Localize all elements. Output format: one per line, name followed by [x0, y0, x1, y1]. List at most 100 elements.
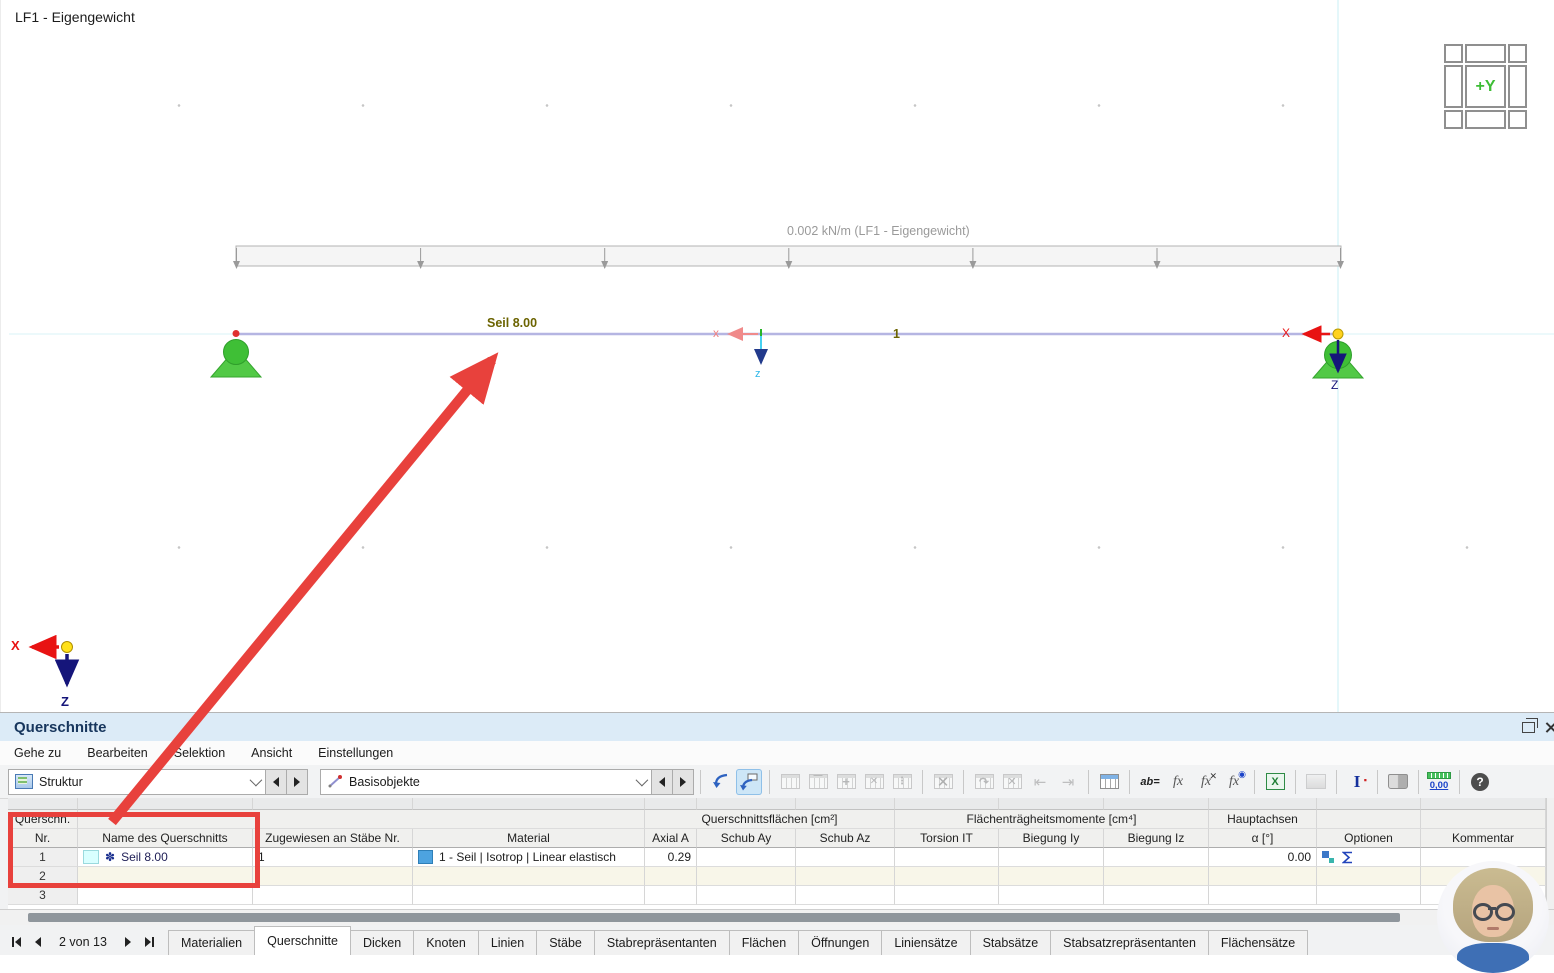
tab-dicken[interactable]: Dicken	[350, 930, 414, 955]
empty-cell[interactable]	[999, 886, 1104, 905]
table-fill-icon[interactable]: ⋮	[889, 769, 915, 795]
tab-oeffnungen[interactable]: Öffnungen	[798, 930, 882, 955]
print-icon[interactable]	[1303, 769, 1329, 795]
row-number-cell[interactable]: 3	[8, 886, 78, 905]
empty-cell[interactable]	[697, 867, 796, 886]
tab-staebe[interactable]: Stäbe	[536, 930, 595, 955]
menu-ansicht[interactable]: Ansicht	[251, 746, 292, 760]
insert-row-icon[interactable]: ⇤	[1027, 769, 1053, 795]
menu-einstellungen[interactable]: Einstellungen	[318, 746, 393, 760]
empty-cell[interactable]	[413, 867, 645, 886]
navigation-cube[interactable]: +Y	[1444, 44, 1527, 129]
delete-row-icon[interactable]: ✕	[999, 769, 1025, 795]
table-clear-cells-icon[interactable]: ✕	[861, 769, 887, 795]
empty-cell[interactable]	[78, 886, 253, 905]
function-icon[interactable]: fx	[1165, 769, 1191, 795]
empty-cell[interactable]	[1209, 886, 1317, 905]
navcube-edge[interactable]	[1444, 65, 1463, 108]
empty-cell[interactable]	[796, 867, 895, 886]
empty-cell[interactable]	[999, 867, 1104, 886]
empty-cell[interactable]	[1104, 886, 1209, 905]
tab-stabsatzrepraesentanten[interactable]: Stabsatzrepräsentanten	[1050, 930, 1209, 955]
tab-linien[interactable]: Linien	[478, 930, 537, 955]
distributed-load[interactable]	[236, 246, 1341, 268]
table-horizontal-scrollbar[interactable]	[0, 909, 1554, 926]
select-in-graphic-icon[interactable]	[736, 769, 762, 795]
category-next-button[interactable]	[673, 769, 694, 795]
navcube-edge[interactable]	[1508, 65, 1527, 108]
function-view-icon[interactable]: fx◉	[1221, 769, 1247, 795]
excel-export-icon[interactable]: X	[1262, 769, 1288, 795]
tab-stabrepraesentanten[interactable]: Stabrepräsentanten	[594, 930, 730, 955]
append-row-icon[interactable]: ⇥	[1055, 769, 1081, 795]
empty-cell[interactable]	[253, 886, 413, 905]
axial-a-cell[interactable]: 0.29	[645, 848, 697, 867]
menu-selektion[interactable]: Selektion	[174, 746, 225, 760]
navigator-combobox[interactable]: Struktur	[8, 769, 266, 795]
decimal-places-icon[interactable]: 0,00	[1426, 769, 1452, 795]
text-cursor-icon[interactable]: I▪	[1344, 769, 1370, 795]
user-avatar[interactable]	[1437, 861, 1549, 973]
table-view-icon[interactable]	[777, 769, 803, 795]
empty-cell[interactable]	[1209, 867, 1317, 886]
scrollbar-thumb[interactable]	[28, 913, 1400, 922]
tab-querschnitte[interactable]: Querschnitte	[254, 926, 351, 955]
tab-stabsaetze[interactable]: Stabsätze	[970, 930, 1052, 955]
next-table-button[interactable]	[125, 937, 131, 947]
show-in-graphic-icon[interactable]	[708, 769, 734, 795]
empty-cell[interactable]	[895, 886, 999, 905]
library-icon[interactable]	[1385, 769, 1411, 795]
table-add-icon[interactable]: +	[833, 769, 859, 795]
previous-table-button[interactable]	[35, 937, 41, 947]
navcube-corner[interactable]	[1508, 110, 1527, 129]
support-left[interactable]	[211, 330, 261, 377]
table-vertical-scrollbar[interactable]	[1546, 798, 1554, 909]
navcube-face-y[interactable]: +Y	[1465, 65, 1506, 108]
tab-materialien[interactable]: Materialien	[168, 930, 255, 955]
empty-cell[interactable]	[697, 886, 796, 905]
empty-cell[interactable]	[253, 867, 413, 886]
biegung-iy-cell[interactable]	[999, 848, 1104, 867]
schub-ay-cell[interactable]	[697, 848, 796, 867]
category-combobox[interactable]: Basisobjekte	[320, 769, 652, 795]
navigator-prev-button[interactable]	[266, 769, 287, 795]
empty-cell[interactable]	[645, 867, 697, 886]
navcube-corner[interactable]	[1444, 44, 1463, 63]
table-header-icon[interactable]	[1096, 769, 1122, 795]
navcube-edge[interactable]	[1465, 44, 1506, 63]
table-row-icon[interactable]: —	[805, 769, 831, 795]
help-icon[interactable]: ?	[1467, 769, 1493, 795]
empty-cell[interactable]	[1317, 886, 1421, 905]
empty-cell[interactable]	[645, 886, 697, 905]
tab-flaechensaetze[interactable]: Flächensätze	[1208, 930, 1308, 955]
navigator-next-button[interactable]	[287, 769, 308, 795]
rename-icon[interactable]: ab=	[1137, 769, 1163, 795]
menu-gehe-zu[interactable]: Gehe zu	[14, 746, 61, 760]
torsion-cell[interactable]	[895, 848, 999, 867]
material-cell[interactable]: 1 - Seil | Isotrop | Linear elastisch	[413, 848, 645, 867]
tab-flaechen[interactable]: Flächen	[729, 930, 799, 955]
tab-knoten[interactable]: Knoten	[413, 930, 479, 955]
empty-cell[interactable]	[895, 867, 999, 886]
first-table-button[interactable]	[12, 937, 21, 947]
tab-liniensaetze[interactable]: Liniensätze	[881, 930, 970, 955]
navcube-corner[interactable]	[1508, 44, 1527, 63]
alpha-cell[interactable]: 0.00	[1209, 848, 1317, 867]
assigned-cell[interactable]: 1	[253, 848, 413, 867]
graphics-viewport[interactable]: LF1 - Eigengewicht	[0, 0, 1554, 712]
last-table-button[interactable]	[145, 937, 154, 947]
navcube-edge[interactable]	[1465, 110, 1506, 129]
delete-table-icon[interactable]: ✕	[930, 769, 956, 795]
empty-cell[interactable]	[413, 886, 645, 905]
copy-row-icon[interactable]: ↷	[971, 769, 997, 795]
category-prev-button[interactable]	[652, 769, 673, 795]
biegung-iz-cell[interactable]	[1104, 848, 1209, 867]
empty-cell[interactable]	[1317, 867, 1421, 886]
optionen-cell[interactable]	[1317, 848, 1421, 867]
navcube-corner[interactable]	[1444, 110, 1463, 129]
empty-cell[interactable]	[1104, 867, 1209, 886]
schub-az-cell[interactable]	[796, 848, 895, 867]
close-icon[interactable]	[1545, 721, 1554, 733]
function-delete-icon[interactable]: fx✕	[1193, 769, 1219, 795]
float-window-icon[interactable]	[1522, 722, 1535, 733]
